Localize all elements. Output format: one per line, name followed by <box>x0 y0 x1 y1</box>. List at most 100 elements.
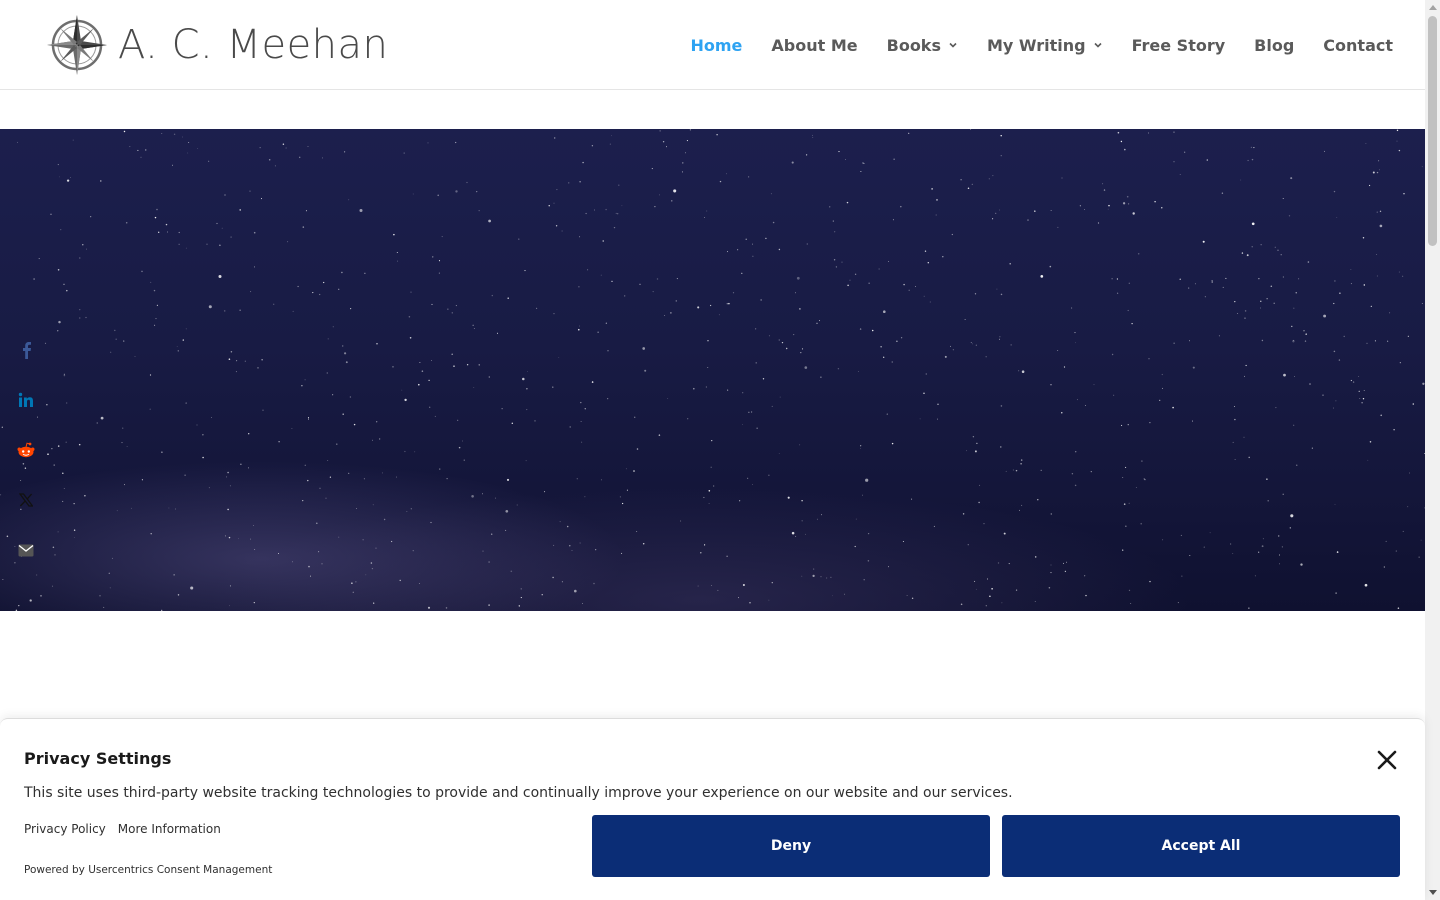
star <box>1211 280 1213 282</box>
star <box>591 145 594 147</box>
star <box>1350 269 1352 270</box>
star <box>140 156 142 158</box>
star <box>835 266 838 268</box>
chevron-down-icon <box>1094 42 1102 48</box>
share-x-button[interactable] <box>14 488 38 512</box>
star <box>1162 387 1163 389</box>
star <box>566 525 569 528</box>
star <box>182 339 184 341</box>
star <box>658 434 661 436</box>
star <box>518 605 520 607</box>
star <box>888 566 890 568</box>
star <box>208 160 210 162</box>
nav-item-my-writing[interactable]: My Writing <box>987 36 1103 55</box>
star <box>490 533 493 535</box>
star <box>332 394 334 396</box>
star <box>900 205 902 208</box>
star <box>855 518 857 520</box>
accept-all-button[interactable]: Accept All <box>1002 815 1400 877</box>
star <box>936 199 938 201</box>
star <box>1189 554 1191 557</box>
star <box>1034 556 1037 558</box>
star <box>473 387 475 388</box>
star <box>1290 514 1294 518</box>
star <box>1005 470 1007 472</box>
star <box>762 378 765 380</box>
star <box>395 476 398 478</box>
star <box>236 360 238 362</box>
nav-item-free-story[interactable]: Free Story <box>1132 36 1226 55</box>
linkedin-icon <box>18 392 33 407</box>
star <box>100 180 102 182</box>
nav-item-books[interactable]: Books <box>887 36 958 55</box>
scrollbar-thumb[interactable] <box>1428 16 1437 246</box>
nav-item-contact[interactable]: Contact <box>1323 36 1393 55</box>
star <box>1102 183 1104 185</box>
star <box>1040 275 1044 278</box>
star <box>755 328 757 330</box>
star <box>745 238 747 240</box>
star <box>974 450 977 453</box>
star <box>880 346 882 348</box>
star <box>584 496 586 498</box>
star <box>675 300 678 302</box>
star <box>197 148 199 149</box>
star <box>795 535 797 537</box>
nav-item-home[interactable]: Home <box>691 36 743 55</box>
star <box>1277 249 1279 251</box>
nav-item-blog[interactable]: Blog <box>1254 36 1294 55</box>
star <box>123 130 126 133</box>
site-logo[interactable]: A. C. Meehan <box>46 14 388 76</box>
share-facebook-button[interactable] <box>14 338 38 362</box>
scroll-down-arrow-icon[interactable] <box>1429 890 1437 895</box>
chevron-down-icon <box>949 42 957 48</box>
vertical-scrollbar[interactable] <box>1425 0 1440 900</box>
share-email-button[interactable] <box>14 538 38 562</box>
star <box>1232 552 1234 554</box>
star <box>1246 254 1249 257</box>
star <box>141 479 143 481</box>
star <box>109 587 111 589</box>
star <box>1367 459 1369 461</box>
star <box>967 544 969 546</box>
star <box>1162 539 1164 541</box>
star <box>438 272 440 274</box>
star <box>116 510 118 512</box>
star <box>364 272 366 274</box>
star <box>891 361 893 363</box>
star <box>892 219 894 221</box>
star <box>103 606 105 608</box>
star <box>1358 390 1360 392</box>
star <box>1251 246 1253 248</box>
privacy-policy-link[interactable]: Privacy Policy <box>24 822 106 836</box>
star <box>72 139 74 141</box>
star <box>1027 219 1029 221</box>
star <box>1234 301 1236 303</box>
star <box>1192 366 1195 369</box>
scroll-up-arrow-icon[interactable] <box>1429 5 1437 10</box>
star <box>412 550 414 552</box>
star <box>1250 146 1253 149</box>
star <box>844 593 845 595</box>
star <box>1261 545 1264 548</box>
star <box>1307 261 1310 263</box>
star <box>1230 543 1232 545</box>
star <box>1000 134 1002 137</box>
star <box>520 588 522 590</box>
star <box>482 493 483 495</box>
share-linkedin-button[interactable] <box>14 388 38 412</box>
star <box>871 329 874 332</box>
star <box>862 162 864 164</box>
star <box>457 419 459 421</box>
share-reddit-button[interactable] <box>14 438 38 462</box>
star <box>883 356 885 358</box>
star <box>997 562 1000 564</box>
star <box>778 339 780 341</box>
star <box>865 478 869 482</box>
star <box>1148 358 1150 360</box>
close-icon[interactable] <box>1375 748 1399 772</box>
nav-item-about-me[interactable]: About Me <box>771 36 857 55</box>
deny-button[interactable]: Deny <box>592 815 990 877</box>
more-information-link[interactable]: More Information <box>118 822 221 836</box>
star <box>412 193 414 195</box>
